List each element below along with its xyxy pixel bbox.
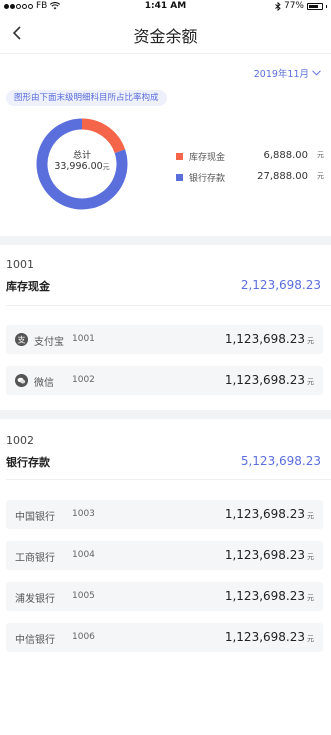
- item-amount: 1,123,698.23 元: [225, 332, 314, 346]
- bluetooth-icon: [275, 1, 281, 11]
- battery-icon: [307, 2, 323, 10]
- group-separator: [6, 305, 331, 306]
- list-item[interactable]: 中信银行 1006 1,123,698.23 元: [6, 623, 323, 652]
- item-code: 1003: [72, 509, 95, 519]
- group-name: 银行存款: [6, 456, 50, 469]
- item-amount-value: 1,123,698.23: [224, 548, 305, 562]
- alipay-icon: 支: [15, 333, 28, 346]
- month-selector[interactable]: 2019年11月: [254, 66, 321, 80]
- group-separator: [6, 479, 331, 480]
- total-unit: 元: [102, 163, 110, 171]
- item-amount-value: 1,123,698.23: [224, 373, 305, 387]
- status-right: 77%: [275, 1, 327, 11]
- item-code: 1006: [72, 632, 95, 642]
- item-unit: 元: [307, 337, 314, 345]
- total-label: 总计: [72, 151, 91, 161]
- battery-tip: [326, 4, 327, 8]
- group-code: 1002: [6, 434, 34, 447]
- wechat-icon: [15, 374, 28, 387]
- legend-item: 银行存款 27,888.00 元: [176, 171, 326, 185]
- legend-value: 27,888.00: [257, 171, 308, 182]
- svg-text:支: 支: [18, 334, 26, 344]
- item-name: 浦发银行: [15, 594, 55, 605]
- item-amount: 1,123,698.23 元: [225, 373, 314, 387]
- item-name: 微信: [34, 378, 54, 389]
- item-unit: 元: [307, 512, 314, 520]
- battery-level: [309, 4, 319, 8]
- chevron-down-icon: [312, 70, 321, 76]
- item-code: 1002: [72, 375, 95, 385]
- item-unit: 元: [307, 635, 314, 643]
- list-item[interactable]: 工商银行 1004 1,123,698.23 元: [6, 541, 323, 570]
- group-name: 库存现金: [6, 280, 50, 293]
- legend-unit: 元: [317, 172, 324, 180]
- chart-hint: 图形由下面末级明细科目所占比率构成: [6, 90, 167, 106]
- section-divider: [0, 410, 331, 419]
- total-value: 33,996.00元: [35, 161, 129, 172]
- item-amount: 1,123,698.23 元: [225, 507, 314, 521]
- item-name: 中国银行: [15, 512, 55, 523]
- list-item[interactable]: 微信 1002 1,123,698.23 元: [6, 366, 323, 395]
- group-amount: 2,123,698.23: [240, 278, 321, 292]
- total-amount: 33,996.00: [54, 161, 103, 172]
- legend-unit: 元: [317, 151, 324, 159]
- status-bar: FB 1:41 AM 77%: [0, 0, 331, 14]
- item-amount: 1,123,698.23 元: [225, 630, 314, 644]
- item-amount-value: 1,123,698.23: [224, 507, 305, 521]
- legend-name: 银行存款: [189, 174, 226, 184]
- list-item[interactable]: 支 支付宝 1001 1,123,698.23 元: [6, 325, 323, 354]
- item-code: 1005: [72, 591, 95, 601]
- item-code: 1004: [72, 550, 95, 560]
- item-amount-value: 1,123,698.23: [224, 589, 305, 603]
- item-unit: 元: [307, 378, 314, 386]
- item-unit: 元: [307, 594, 314, 602]
- list-item[interactable]: 中国银行 1003 1,123,698.23 元: [6, 500, 323, 529]
- page-title: 资金余额: [133, 27, 198, 46]
- item-amount: 1,123,698.23 元: [225, 548, 314, 562]
- legend-swatch: [176, 153, 183, 160]
- month-label: 2019年11月: [253, 69, 309, 80]
- item-unit: 元: [307, 553, 314, 561]
- item-amount: 1,123,698.23 元: [225, 589, 314, 603]
- section-divider: [0, 236, 331, 245]
- battery-percent: 77%: [283, 1, 304, 11]
- group-amount: 5,123,698.23: [240, 454, 321, 468]
- group-code: 1001: [6, 258, 34, 271]
- legend-item: 库存现金 6,888.00 元: [176, 150, 326, 164]
- legend-value: 6,888.00: [263, 150, 308, 161]
- item-name: 支付宝: [34, 337, 64, 348]
- legend-name: 库存现金: [189, 153, 226, 163]
- legend-swatch: [176, 174, 183, 181]
- item-code: 1001: [72, 334, 95, 344]
- list-item[interactable]: 浦发银行 1005 1,123,698.23 元: [6, 582, 323, 611]
- item-name: 中信银行: [15, 635, 55, 646]
- item-amount-value: 1,123,698.23: [224, 630, 305, 644]
- item-amount-value: 1,123,698.23: [224, 332, 305, 346]
- item-name: 工商银行: [15, 553, 55, 564]
- nav-bar: 资金余额: [0, 14, 331, 54]
